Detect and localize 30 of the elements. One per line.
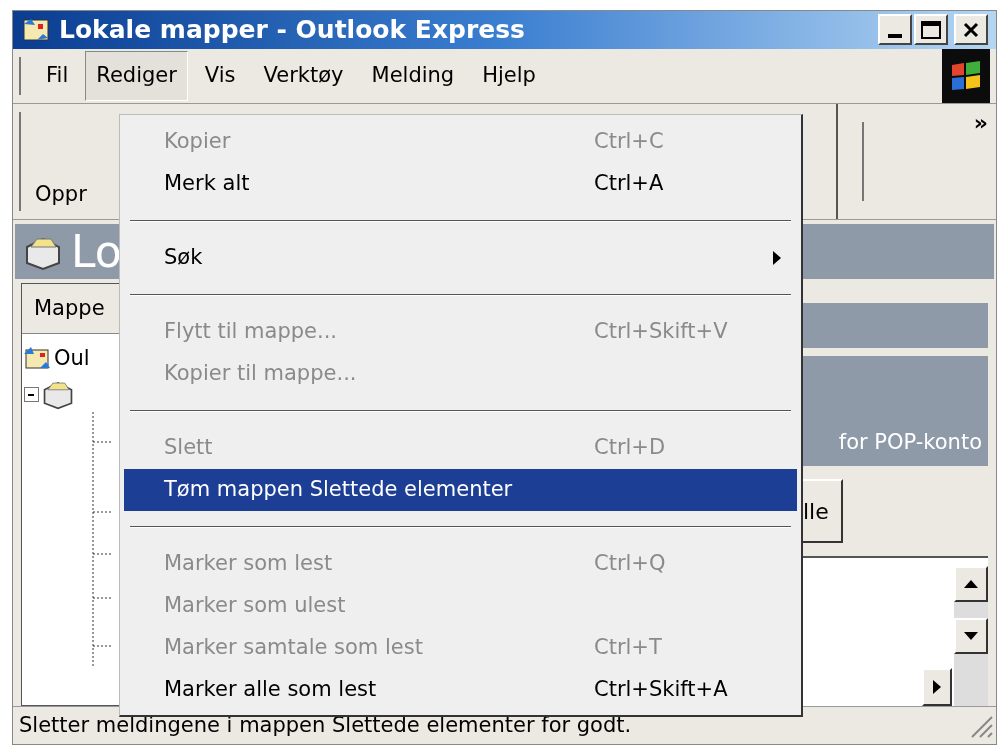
menu-bar-item[interactable]: Hjelp	[471, 50, 547, 101]
menu-bar-item[interactable]: Vis	[193, 50, 247, 101]
submenu-arrow-icon	[773, 251, 781, 265]
toolbar-overflow-button[interactable]: »	[973, 111, 988, 134]
menu-item[interactable]: Marker alle som lest Ctrl+Skift+A	[124, 669, 797, 711]
menu-bar-item[interactable]: Melding	[360, 50, 466, 101]
maximize-icon	[921, 20, 941, 39]
menu-bar-item[interactable]: Verktøy	[252, 50, 355, 101]
menu-item[interactable]: Søk	[124, 237, 797, 279]
maximize-button[interactable]	[914, 14, 948, 46]
window-title: Lokale mapper - Outlook Express	[59, 14, 525, 46]
menu-bar-item[interactable]: Rediger	[85, 50, 188, 101]
scroll-up-button[interactable]	[954, 566, 988, 603]
scroll-right-button[interactable]	[922, 668, 952, 707]
menu-bar-item[interactable]: Fil	[35, 50, 80, 101]
menu-item[interactable]: Merk alt Ctrl+A	[124, 163, 797, 205]
up-arrow-icon	[964, 580, 978, 589]
windows-logo-icon	[942, 48, 990, 103]
close-button[interactable]	[954, 14, 988, 46]
right-arrow-icon	[933, 680, 941, 695]
tree-item[interactable]: Oul	[54, 342, 90, 375]
minimize-icon	[888, 34, 902, 39]
down-arrow-icon	[964, 632, 978, 641]
folder-header-title: Lo	[71, 229, 122, 274]
menu-item[interactable]: Tøm mappen Slettede elementer	[124, 469, 797, 511]
minimize-button[interactable]	[878, 14, 912, 46]
scroll-down-button[interactable]	[954, 618, 988, 655]
pane-heading: Mappe	[34, 295, 105, 323]
close-icon	[963, 21, 979, 38]
collapse-toggle-icon[interactable]	[24, 386, 39, 402]
